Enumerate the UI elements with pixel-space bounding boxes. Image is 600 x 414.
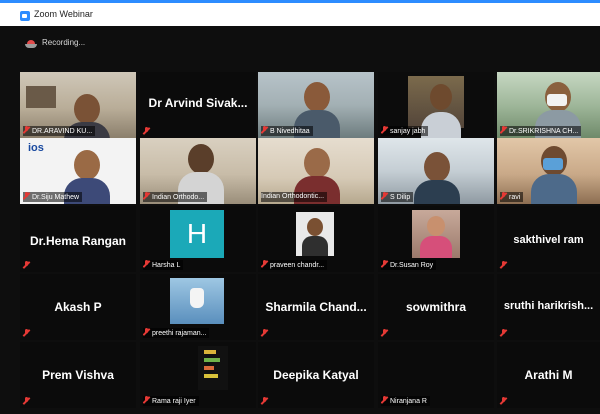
participant-name: Akash P [54,300,102,314]
participant-name: Prem Vishva [42,368,114,382]
muted-mic-icon [261,126,268,134]
participant-tile-nivedhitaa[interactable]: B Nivedhitaa [258,72,374,138]
zoom-logo-icon [20,11,30,21]
participant-tile-sakthivel-ram[interactable]: sakthivel ram [497,206,600,272]
participant-video [531,146,577,204]
muted-mic-icon [143,192,150,200]
muted-mic-icon [381,192,388,200]
muted-mic-icon [381,126,388,134]
participant-name-label: Dr.Siju Mathew [23,192,83,202]
muted-mic-icon [261,397,268,405]
participant-tile-indian-orthodo-1[interactable]: Indian Orthodo... [140,138,256,204]
participant-video [414,152,460,204]
participant-name-label: sanjay jabh [381,126,429,136]
muted-mic-icon [261,329,268,337]
participant-name: Dr.Hema Rangan [29,234,127,248]
profile-photo [198,346,228,390]
muted-mic-icon [143,127,150,135]
profile-initial-avatar: H [170,210,224,258]
muted-mic-icon [23,397,30,405]
participant-tile-ravi[interactable]: ravi [497,138,600,204]
participant-name-label: Niranjana R [381,396,430,406]
participant-name: Dr Arvind Sivak... [148,96,248,110]
participant-name: Arathi M [524,368,573,382]
participant-tile-deepika-katyal[interactable]: Deepika Katyal [258,342,374,408]
wall-frame [26,86,56,108]
participant-tile-s-dilip[interactable]: S Dilip [378,138,494,204]
muted-mic-icon [23,126,30,134]
participant-tile-rama-raji-iyer[interactable]: Rama raji Iyer [140,342,256,408]
zoom-webinar-window: Zoom Webinar Recording... DR.ARAVIND KU.… [0,0,600,414]
profile-photo [170,278,224,324]
participant-name-label: B Nivedhitaa [261,126,313,136]
participant-tile-harsha-l[interactable]: H Harsha L [140,206,256,272]
profile-photo [412,210,460,258]
participant-tile-srikrishna[interactable]: Dr.SRIKRISHNA CH... [497,72,600,138]
title-bar-accent [0,0,600,3]
participant-tile-aravind-ku[interactable]: DR.ARAVIND KU... [20,72,136,138]
recording-icon [25,40,37,48]
muted-mic-icon [500,329,507,337]
participant-tile-preethi-rajaman[interactable]: preethi rajaman... [140,274,256,340]
participant-tile-indian-orthodontic-active[interactable]: Indian Orthodontic... [258,138,374,204]
muted-mic-icon [381,329,388,337]
face-mask [547,94,567,106]
participant-name-label: Harsha L [143,260,184,270]
ios-logo: ios [28,142,44,154]
participant-name: Sharmila Chand... [265,300,367,314]
participant-tile-niranjana-r[interactable]: Niranjana R [378,342,494,408]
participant-name-label: ravi [500,192,524,202]
recording-label: Recording... [42,38,86,47]
participant-name: Deepika Katyal [273,368,359,382]
muted-mic-icon [500,261,507,269]
participant-tile-akash-p[interactable]: Akash P [20,274,136,340]
participant-name-label: DR.ARAVIND KU... [23,126,96,136]
participant-name-label: praveen chandr... [261,260,328,270]
participant-tile-hema-rangan[interactable]: Dr.Hema Rangan [20,206,136,272]
muted-mic-icon [23,261,30,269]
participant-name-label: Indian Orthodo... [143,192,208,202]
muted-mic-icon [381,260,388,268]
muted-mic-icon [500,126,507,134]
participant-name: sakthivel ram [513,234,584,246]
participant-tile-praveen-chandr[interactable]: praveen chandr... [258,206,374,272]
window-title: Zoom Webinar [34,9,93,19]
tooth-icon [190,288,204,308]
recording-indicator[interactable]: Recording... [0,26,600,66]
muted-mic-icon [23,192,30,200]
muted-mic-icon [143,260,150,268]
title-bar: Zoom Webinar [0,0,600,26]
participant-tile-sruthi-harikrish[interactable]: sruthi harikrish... [497,274,600,340]
participant-tile-sowmithra[interactable]: sowmithra [378,274,494,340]
muted-mic-icon [500,397,507,405]
muted-mic-icon [143,328,150,336]
participant-tile-prem-vishva[interactable]: Prem Vishva [20,342,136,408]
muted-mic-icon [381,396,388,404]
participant-tile-sanjay-jabh[interactable]: sanjay jabh [378,72,494,138]
muted-mic-icon [261,260,268,268]
participant-tile-arathi-m[interactable]: Arathi M [497,342,600,408]
participant-tile-sharmila-chand[interactable]: Sharmila Chand... [258,274,374,340]
muted-mic-icon [143,396,150,404]
participant-tile-siju-mathew[interactable]: ios Dr.Siju Mathew [20,138,136,204]
muted-mic-icon [500,192,507,200]
participant-name: sowmithra [405,300,466,314]
participant-name: sruthi harikrish... [503,300,594,312]
participant-name-label: Rama raji Iyer [143,396,199,406]
participant-tile-susan-roy[interactable]: Dr.Susan Roy [378,206,494,272]
participant-tile-arvind-sivak[interactable]: Dr Arvind Sivak... [140,72,256,138]
participant-name-label: S Dilip [381,192,414,202]
participant-name-label: preethi rajaman... [143,328,210,338]
participant-name-label: Indian Orthodontic... [261,192,328,202]
participant-name-label: Dr.Susan Roy [381,260,437,270]
muted-mic-icon [23,329,30,337]
participant-name-label: Dr.SRIKRISHNA CH... [500,126,582,136]
profile-photo [296,212,334,256]
face-mask [543,158,563,170]
